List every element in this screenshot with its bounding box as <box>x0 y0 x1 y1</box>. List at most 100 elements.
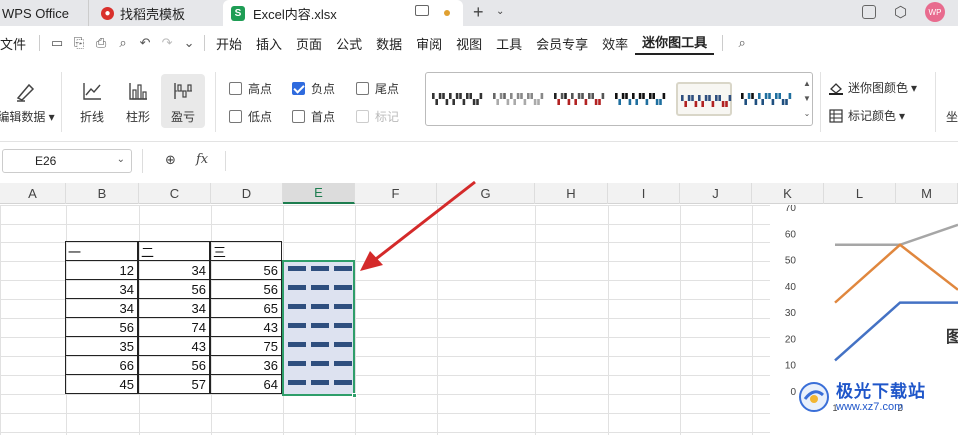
menu-sparkline-tools[interactable]: 迷你图工具 <box>635 32 715 55</box>
table-cell[interactable]: 34 <box>65 298 138 318</box>
table-cell[interactable]: 12 <box>65 260 138 280</box>
col-j[interactable]: J <box>680 183 752 204</box>
table-cell[interactable]: 64 <box>210 374 282 394</box>
formula-input[interactable] <box>230 150 950 172</box>
col-b[interactable]: B <box>66 183 139 204</box>
table-cell[interactable]: 56 <box>138 279 210 299</box>
swatch-bar <box>560 93 564 99</box>
print-icon[interactable]: ⎙ <box>90 35 112 51</box>
col-h[interactable]: H <box>535 183 608 204</box>
menu-formula[interactable]: 公式 <box>329 34 369 53</box>
menu-efficiency[interactable]: 效率 <box>595 34 635 53</box>
table-cell[interactable]: 43 <box>210 317 282 337</box>
swatch-bar <box>721 101 725 107</box>
col-d[interactable]: D <box>211 183 283 204</box>
first-point-checkbox[interactable]: 首点 <box>292 108 335 125</box>
menu-data[interactable]: 数据 <box>369 34 409 53</box>
y-tick-label: 30 <box>785 308 797 319</box>
negative-point-checkbox[interactable]: 负点 <box>292 80 335 97</box>
table-cell[interactable]: 43 <box>138 336 210 356</box>
menu-review[interactable]: 审阅 <box>409 34 449 53</box>
new-tab-icon[interactable]: + <box>473 2 484 23</box>
table-cell[interactable]: 65 <box>210 298 282 318</box>
table-header-cell[interactable]: 二 <box>138 241 210 261</box>
search-icon[interactable]: ⌕ <box>731 35 753 51</box>
sparkline-color-button[interactable]: 迷你图颜色 ▾ <box>829 79 917 96</box>
menu-tools[interactable]: 工具 <box>489 34 529 53</box>
function-icon[interactable]: fx <box>196 152 208 167</box>
table-cell[interactable]: 66 <box>65 355 138 375</box>
style-swatch-5-selected[interactable] <box>676 82 732 116</box>
table-cell[interactable]: 56 <box>138 355 210 375</box>
column-type-button[interactable]: 柱形 <box>118 74 158 126</box>
tab-wps-office[interactable]: WPS Office <box>0 0 84 26</box>
marker-color-button[interactable]: 标记颜色 ▾ <box>829 107 905 124</box>
last-point-checkbox[interactable]: 尾点 <box>356 80 399 97</box>
gallery-scroll[interactable]: ▲ ▼ ⌄ <box>802 76 812 121</box>
table-cell[interactable]: 75 <box>210 336 282 356</box>
grid-vline <box>680 205 681 435</box>
table-cell[interactable]: 74 <box>138 317 210 337</box>
style-swatch-4[interactable] <box>612 82 668 116</box>
edit-data-button[interactable]: 编辑数据 ▾ <box>0 76 55 125</box>
chevron-down-icon[interactable]: ⌄ <box>496 6 504 17</box>
col-c[interactable]: C <box>139 183 211 204</box>
style-swatch-6[interactable] <box>738 82 794 116</box>
undo-icon[interactable]: ↶ <box>134 35 156 51</box>
selected-sparkline-range[interactable] <box>282 260 357 398</box>
menu-file[interactable]: 文件 <box>0 34 33 53</box>
line-type-button[interactable]: 折线 <box>72 74 112 126</box>
cube-icon[interactable]: ⬡ <box>894 3 907 21</box>
chevron-down-icon[interactable]: ⌄ <box>178 35 200 51</box>
swatch-bar <box>718 95 721 101</box>
col-k[interactable]: K <box>752 183 824 204</box>
sparkline-style-gallery[interactable]: ▲ ▼ ⌄ <box>425 72 813 126</box>
table-header-cell[interactable]: 三 <box>210 241 282 261</box>
layout-icon[interactable] <box>862 5 876 19</box>
menu-page[interactable]: 页面 <box>289 34 329 53</box>
save-icon[interactable]: ▭ <box>46 35 68 51</box>
axis-button-partial[interactable]: 坐 <box>946 108 958 125</box>
col-i[interactable]: I <box>608 183 680 204</box>
name-box[interactable]: E26 ⌄ <box>2 149 132 173</box>
style-swatch-2[interactable] <box>490 82 546 116</box>
winloss-sparkline-bar <box>334 361 352 366</box>
table-cell[interactable]: 56 <box>210 260 282 280</box>
table-cell[interactable]: 35 <box>65 336 138 356</box>
table-cell[interactable]: 57 <box>138 374 210 394</box>
table-cell[interactable]: 36 <box>210 355 282 375</box>
table-cell[interactable]: 34 <box>65 279 138 299</box>
chevron-down-icon[interactable]: ⌄ <box>117 154 125 165</box>
menu-home[interactable]: 开始 <box>209 34 249 53</box>
table-cell[interactable]: 56 <box>65 317 138 337</box>
winloss-sparkline-bar <box>288 285 306 290</box>
tab-docer[interactable]: ● 找稻壳模板 <box>88 0 218 26</box>
redo-icon[interactable]: ↷ <box>156 35 178 51</box>
style-swatch-3[interactable] <box>551 82 607 116</box>
low-point-checkbox[interactable]: 低点 <box>229 108 272 125</box>
win-loss-type-button[interactable]: 盈亏 <box>161 74 205 128</box>
col-e[interactable]: E <box>283 183 355 204</box>
col-a[interactable]: A <box>0 183 66 204</box>
fill-handle[interactable] <box>352 393 357 398</box>
high-point-checkbox[interactable]: 高点 <box>229 80 272 97</box>
col-l[interactable]: L <box>824 183 896 204</box>
menu-member[interactable]: 会员专享 <box>529 34 595 53</box>
table-cell[interactable]: 56 <box>210 279 282 299</box>
avatar[interactable]: WP <box>925 2 945 22</box>
monitor-icon[interactable] <box>415 5 429 16</box>
print-preview-icon[interactable]: ⌕ <box>112 35 134 51</box>
swatch-bar <box>771 99 775 105</box>
menu-insert[interactable]: 插入 <box>249 34 289 53</box>
table-cell[interactable]: 34 <box>138 260 210 280</box>
table-cell[interactable]: 45 <box>65 374 138 394</box>
table-header-cell[interactable]: 一 <box>65 241 138 261</box>
col-m[interactable]: M <box>896 183 958 204</box>
export-icon[interactable]: ⎘ <box>68 35 90 51</box>
menu-view[interactable]: 视图 <box>449 34 489 53</box>
style-swatch-1[interactable] <box>429 82 485 116</box>
tab-excel-file[interactable]: S Excel内容.xlsx <box>223 0 463 26</box>
swatch-bar <box>588 93 591 99</box>
table-cell[interactable]: 34 <box>138 298 210 318</box>
zoom-icon[interactable]: ⊕ <box>165 152 176 168</box>
